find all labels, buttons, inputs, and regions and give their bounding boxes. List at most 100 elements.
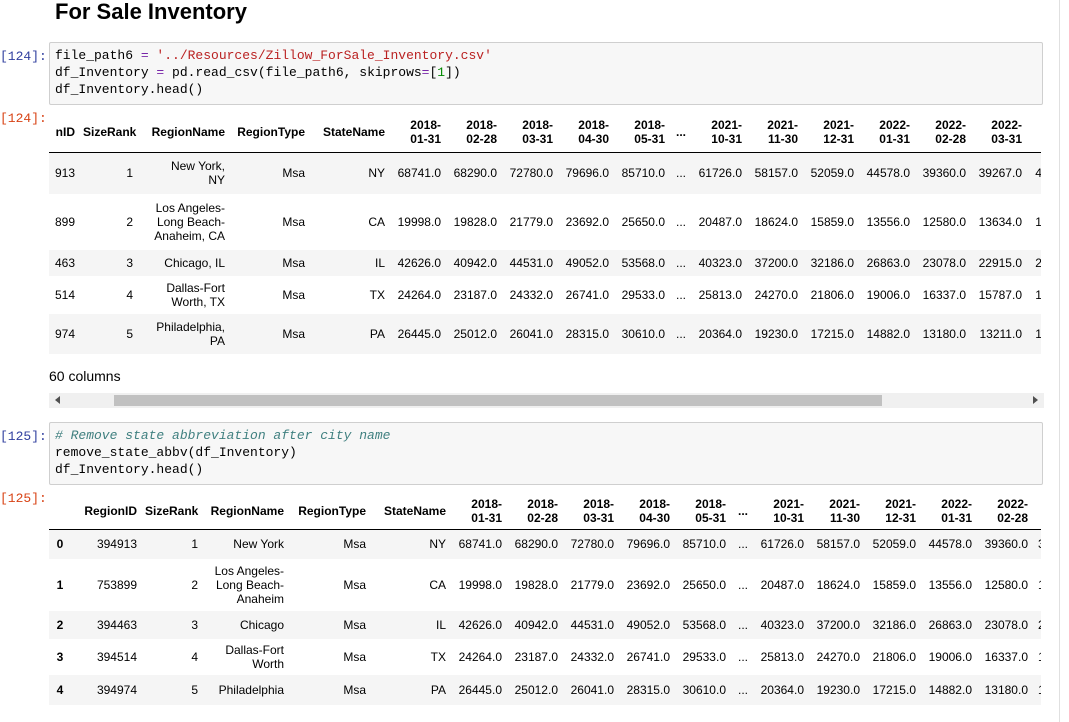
table-cell: ... <box>675 215 686 229</box>
table-cell: 26445.0 <box>389 314 445 354</box>
table-cell: Msa <box>282 215 305 229</box>
table-cell: Dallas-Fort Worth <box>225 643 284 671</box>
table-row: 514 4 Dallas-Fort Worth, TX Msa TX 24264.0 2318… <box>49 276 1041 314</box>
table-cell: 44531.0 <box>501 250 557 276</box>
table-row: 3 394514 4 Dallas-Fort Worth Msa TX 24264.0 2318… <box>49 639 1041 675</box>
table-cell: ... <box>730 675 752 705</box>
column-header: 2022- 02-28 <box>914 112 970 153</box>
table-cell: 26445.0 <box>450 675 506 705</box>
column-header: RegionName <box>137 112 229 153</box>
table-cell: 25813.0 <box>698 288 742 302</box>
table-cell: 16337.0 <box>922 288 966 302</box>
table-cell: Chicago <box>202 611 288 639</box>
table-cell: 40323.0 <box>690 250 746 276</box>
column-header: 20 <box>1032 493 1041 530</box>
table-cell: ... <box>730 611 752 639</box>
code-cell-124[interactable]: file_path6 = '../Resources/Zillow_ForSal… <box>49 42 1043 105</box>
table-cell: 13180.0 <box>976 675 1032 705</box>
table-cell: 13556.0 <box>866 215 910 229</box>
table-cell: 18624.0 <box>816 578 860 592</box>
table-cell: Los Angeles- Long Beach- Anaheim, CA <box>154 201 225 243</box>
table-cell: 753899 <box>96 578 137 592</box>
table-cell: 30610.0 <box>674 675 730 705</box>
table-row: 463 3 Chicago, IL Msa IL 42626.0 40942.0 44531.… <box>49 250 1041 276</box>
table-cell: 394974 <box>71 675 141 705</box>
horizontal-scrollbar[interactable] <box>49 393 1044 408</box>
table-cell: 53568.0 <box>674 611 730 639</box>
table-cell: 20364.0 <box>752 675 808 705</box>
table-cell: 52059.0 <box>864 529 920 559</box>
table-cell: Msa <box>282 288 305 302</box>
table-cell: 25012.0 <box>445 314 501 354</box>
table-cell: 899 <box>54 215 75 229</box>
output-prompt-124: [124]: <box>0 111 47 126</box>
table-cell: 26863.0 <box>920 611 976 639</box>
table-cell: 39360.0 <box>914 152 970 194</box>
scrollbar-thumb[interactable] <box>114 395 882 406</box>
table-row: 899 2 Los Angeles- Long Beach- Anaheim, CA Ms… <box>49 194 1041 250</box>
table-cell: 68741.0 <box>389 152 445 194</box>
table-cell: 40942.0 <box>506 611 562 639</box>
table-cell: 44578.0 <box>858 152 914 194</box>
dataframe-output-124: nID SizeRank RegionName RegionType StateName… <box>49 112 1041 354</box>
table-cell: 21779.0 <box>509 215 553 229</box>
table-cell: 136 <box>1032 559 1041 611</box>
input-prompt-124: [124]: <box>0 49 47 64</box>
table-cell: Msa <box>229 152 309 194</box>
column-header: StateName <box>370 493 450 530</box>
table-cell: 21806.0 <box>810 288 854 302</box>
column-header: RegionName <box>202 493 288 530</box>
table-cell: PA <box>370 675 450 705</box>
table-cell: Philadelphia <box>202 675 288 705</box>
column-header <box>49 493 71 530</box>
table-cell: 44531.0 <box>562 611 618 639</box>
table-cell: 17215.0 <box>802 314 858 354</box>
table-cell: 26041.0 <box>562 675 618 705</box>
table-cell: 68741.0 <box>450 529 506 559</box>
row-index: 4 <box>49 675 71 705</box>
column-header: 2018- 02-28 <box>445 112 501 153</box>
row-index: 0 <box>49 529 71 559</box>
row-index: 3 <box>56 650 64 664</box>
table-cell: 49052.0 <box>618 611 674 639</box>
code-cell-125[interactable]: # Remove state abbreviation after city n… <box>49 422 1043 485</box>
table-cell: New York, NY <box>137 152 229 194</box>
table-cell: 4 <box>191 650 198 664</box>
column-header: 2018- 04-30 <box>618 493 674 530</box>
column-header: 2021- 12-31 <box>864 493 920 530</box>
column-header: 2018- 04-30 <box>557 112 613 153</box>
scroll-right-icon[interactable] <box>1033 396 1038 404</box>
table-cell: 24270.0 <box>816 650 860 664</box>
table-cell: 19230.0 <box>746 314 802 354</box>
table-cell: 40323.0 <box>752 611 808 639</box>
table-cell: 394463 <box>71 611 141 639</box>
column-header: 2021- 11-30 <box>808 493 864 530</box>
table-cell: 5 <box>79 314 137 354</box>
column-header: 2018- 05-31 <box>674 493 730 530</box>
table-cell: 394514 <box>96 650 137 664</box>
table-cell: 19828.0 <box>453 215 497 229</box>
table-cell: 24264.0 <box>458 650 502 664</box>
table-cell: 68290.0 <box>445 152 501 194</box>
table-cell: Msa <box>288 529 370 559</box>
column-header: ... <box>669 112 690 153</box>
column-header: 2018- 01-31 <box>389 112 445 153</box>
table-cell: IL <box>309 250 389 276</box>
column-header: StateName <box>309 112 389 153</box>
table-cell: 463 <box>49 250 79 276</box>
table-cell: Msa <box>288 611 370 639</box>
table-cell: 2 <box>191 578 198 592</box>
table-cell: 132 <box>1032 675 1041 705</box>
table-cell: 42626.0 <box>450 611 506 639</box>
table-cell: Msa <box>288 675 370 705</box>
table-cell: 39267.0 <box>970 152 1026 194</box>
table-cell: 1 <box>141 529 202 559</box>
table-cell: 19998.0 <box>458 578 502 592</box>
column-header: RegionID <box>71 493 141 530</box>
table-cell: 58157.0 <box>808 529 864 559</box>
table-cell: 29533.0 <box>621 288 665 302</box>
table-cell: 19998.0 <box>397 215 441 229</box>
table-cell: 157 <box>1032 639 1041 675</box>
scroll-left-icon[interactable] <box>55 396 60 404</box>
table-cell: 25650.0 <box>682 578 726 592</box>
